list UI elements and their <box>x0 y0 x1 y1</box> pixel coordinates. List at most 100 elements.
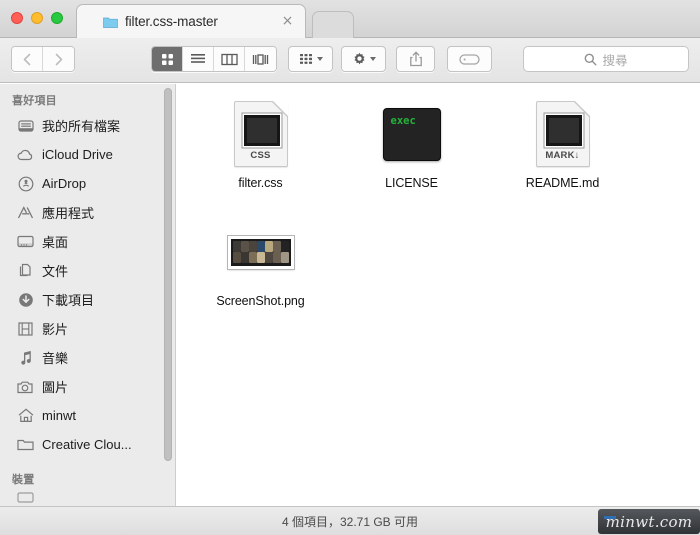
sidebar-item-icloud-drive[interactable]: iCloud Drive <box>0 140 175 169</box>
list-view-button[interactable] <box>183 47 214 71</box>
downloads-icon <box>17 291 34 308</box>
applications-icon <box>17 204 34 221</box>
sidebar-item-all-my-files[interactable]: 我的所有檔案 <box>0 111 175 140</box>
file-item-filter-css[interactable]: CSS filter.css <box>185 92 336 210</box>
movies-icon <box>17 320 34 337</box>
file-item-readme-md[interactable]: MARK↓ README.md <box>487 92 638 210</box>
sidebar-item-documents[interactable]: 文件 <box>0 256 175 285</box>
sidebar-item-label <box>42 490 46 504</box>
sidebar-item-pictures[interactable]: 圖片 <box>0 372 175 401</box>
share-icon <box>409 51 422 67</box>
sidebar-item-label: 影片 <box>42 322 69 337</box>
folder-icon <box>103 17 118 28</box>
doc-badge-label: MARK↓ <box>545 150 580 161</box>
sidebar-item-label: iCloud Drive <box>42 147 113 162</box>
file-item-screenshot-png[interactable]: ScreenShot.png <box>185 210 336 328</box>
sidebar-item-label: 圖片 <box>42 380 69 395</box>
page-fold-icon <box>272 101 288 116</box>
thumbnail-cell <box>264 240 273 252</box>
tag-button[interactable] <box>447 46 492 72</box>
sidebar: 喜好項目 我的所有檔案 iCloud Drive AirDrop 應用程式 桌面… <box>0 84 176 506</box>
chevron-right-icon <box>55 53 63 65</box>
column-view-button[interactable] <box>214 47 245 71</box>
cloud-icon <box>17 146 34 163</box>
airdrop-icon <box>17 175 34 192</box>
sidebar-section-favorites-header: 喜好項目 <box>12 95 57 107</box>
sidebar-item-home[interactable]: minwt <box>0 401 175 430</box>
doc-preview-square <box>243 115 280 146</box>
thumbnail-cell <box>256 240 265 252</box>
arrange-icon <box>299 54 312 64</box>
tab-filter-css-master[interactable]: filter.css-master × <box>76 4 306 38</box>
sidebar-item-creative-cloud[interactable]: Creative Clou... <box>0 430 175 459</box>
close-icon[interactable]: × <box>280 14 295 29</box>
sidebar-item-music[interactable]: 音樂 <box>0 343 175 372</box>
sidebar-item-label: AirDrop <box>42 176 87 191</box>
file-name-label: README.md <box>525 176 600 190</box>
status-text: 4 個項目，32.71 GB 可用 <box>281 514 419 529</box>
tab-inactive[interactable] <box>312 11 354 38</box>
folder-icon <box>17 436 34 453</box>
coverflow-view-button[interactable] <box>245 47 276 71</box>
sidebar-item-label: 我的所有檔案 <box>42 119 121 134</box>
pictures-icon <box>17 378 34 395</box>
watermark-text: minwt.com <box>605 512 693 531</box>
markdown-document-icon: MARK↓ <box>535 101 590 167</box>
thumbnail-cell <box>280 252 289 264</box>
file-grid: CSS filter.css exec LICENSE MARK↓ README… <box>177 84 700 328</box>
close-window-button[interactable] <box>11 12 23 24</box>
sidebar-item-applications[interactable]: 應用程式 <box>0 198 175 227</box>
list-view-icon <box>191 54 205 63</box>
arrange-button[interactable] <box>288 46 333 72</box>
icon-view-button[interactable] <box>152 47 183 71</box>
chevron-left-icon <box>23 53 30 65</box>
search-placeholder: 搜尋 <box>602 53 628 68</box>
thumbnail-cell <box>232 240 241 252</box>
search-input[interactable]: 搜尋 <box>523 46 689 72</box>
thumbnail-cell <box>256 252 265 264</box>
file-item-license[interactable]: exec LICENSE <box>336 92 487 210</box>
music-icon <box>17 349 34 366</box>
css-document-icon: CSS <box>233 101 288 167</box>
thumbnail-cell <box>248 240 257 252</box>
action-menu-button[interactable] <box>341 46 386 72</box>
sidebar-item-label: 下載項目 <box>42 293 95 308</box>
search-icon <box>585 53 597 66</box>
toolbar: 搜尋 <box>0 38 700 83</box>
file-name-label: filter.css <box>238 176 283 190</box>
thumbnail-cell <box>248 252 257 264</box>
zoom-window-button[interactable] <box>51 12 63 24</box>
navigation-buttons <box>11 46 75 72</box>
watermark: minwt.com <box>598 509 700 534</box>
sidebar-item-label: 應用程式 <box>42 206 95 221</box>
back-button[interactable] <box>12 47 43 71</box>
executable-icon: exec <box>382 107 441 161</box>
sidebar-item-label: 音樂 <box>42 351 69 366</box>
sidebar-item-downloads[interactable]: 下載項目 <box>0 285 175 314</box>
sidebar-item-movies[interactable]: 影片 <box>0 314 175 343</box>
file-icon <box>225 216 297 288</box>
share-button[interactable] <box>396 46 435 72</box>
documents-icon <box>17 262 34 279</box>
sidebar-item-device-partial[interactable] <box>0 490 175 504</box>
view-mode-buttons <box>151 46 277 72</box>
forward-button[interactable] <box>43 47 74 71</box>
page-fold-icon <box>574 101 590 116</box>
file-icon: MARK↓ <box>527 98 599 170</box>
tab-title: filter.css-master <box>125 14 218 29</box>
sidebar-item-desktop[interactable]: 桌面 <box>0 227 175 256</box>
gear-icon <box>353 52 365 64</box>
thumbnail-row <box>232 252 289 264</box>
thumbnail-cell <box>272 252 281 264</box>
sidebar-item-label: minwt <box>42 408 76 423</box>
sidebar-item-label: Creative Clou... <box>42 437 132 452</box>
minimize-window-button[interactable] <box>31 12 43 24</box>
chevron-down-icon <box>369 57 376 61</box>
window-controls <box>11 12 63 24</box>
file-list-area[interactable]: CSS filter.css exec LICENSE MARK↓ README… <box>177 84 700 506</box>
sidebar-scrollbar[interactable] <box>164 88 172 461</box>
column-view-icon <box>220 53 238 65</box>
sidebar-item-airdrop[interactable]: AirDrop <box>0 169 175 198</box>
file-icon: CSS <box>225 98 297 170</box>
desktop-icon <box>17 233 34 250</box>
